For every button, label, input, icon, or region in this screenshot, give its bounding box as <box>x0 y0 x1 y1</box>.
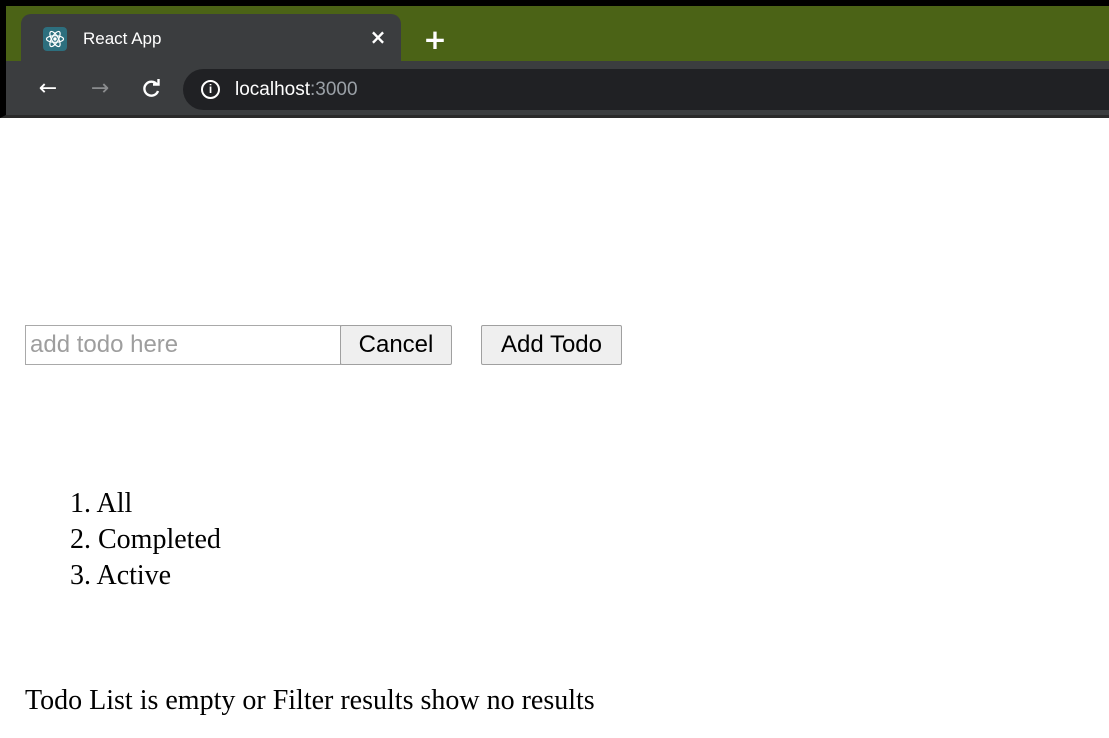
filter-item-completed[interactable]: 2. Completed <box>70 522 221 558</box>
filter-item-active[interactable]: 3. Active <box>70 558 221 594</box>
url-host: localhost <box>235 79 310 100</box>
close-tab-icon[interactable]: × <box>367 26 389 48</box>
back-arrow-icon[interactable]: ← <box>34 75 62 103</box>
browser-chrome: React App × + ← → i localhost:3000 <box>0 0 1109 118</box>
filter-number: 1. <box>70 488 91 519</box>
tab-strip: React App × + <box>0 0 1109 67</box>
filter-list: 1. All 2. Completed 3. Active <box>70 486 221 594</box>
react-logo-icon <box>43 27 67 51</box>
page-content: Cancel Add Todo 1. All 2. Completed 3. A… <box>0 118 1109 738</box>
filter-label: Active <box>96 560 172 591</box>
filter-number: 3. <box>70 560 91 591</box>
tab-title: React App <box>83 29 162 48</box>
filter-item-all[interactable]: 1. All <box>70 486 221 522</box>
filter-label: All <box>96 488 133 519</box>
url-port: :3000 <box>310 79 358 100</box>
reload-icon[interactable] <box>137 75 165 103</box>
url-text: localhost:3000 <box>235 79 358 101</box>
empty-list-message: Todo List is empty or Filter results sho… <box>25 685 595 716</box>
forward-arrow-icon[interactable]: → <box>86 75 114 103</box>
filter-label: Completed <box>98 524 221 555</box>
filter-number: 2. <box>70 524 91 555</box>
todo-input[interactable] <box>25 325 341 365</box>
new-tab-icon[interactable]: + <box>420 25 450 55</box>
browser-tab[interactable]: React App × <box>21 14 401 67</box>
browser-toolbar: ← → i localhost:3000 <box>0 61 1109 118</box>
add-todo-button[interactable]: Add Todo <box>481 325 622 365</box>
address-bar[interactable]: i localhost:3000 <box>183 69 1109 110</box>
cancel-button[interactable]: Cancel <box>340 325 452 365</box>
info-icon[interactable]: i <box>201 80 220 99</box>
